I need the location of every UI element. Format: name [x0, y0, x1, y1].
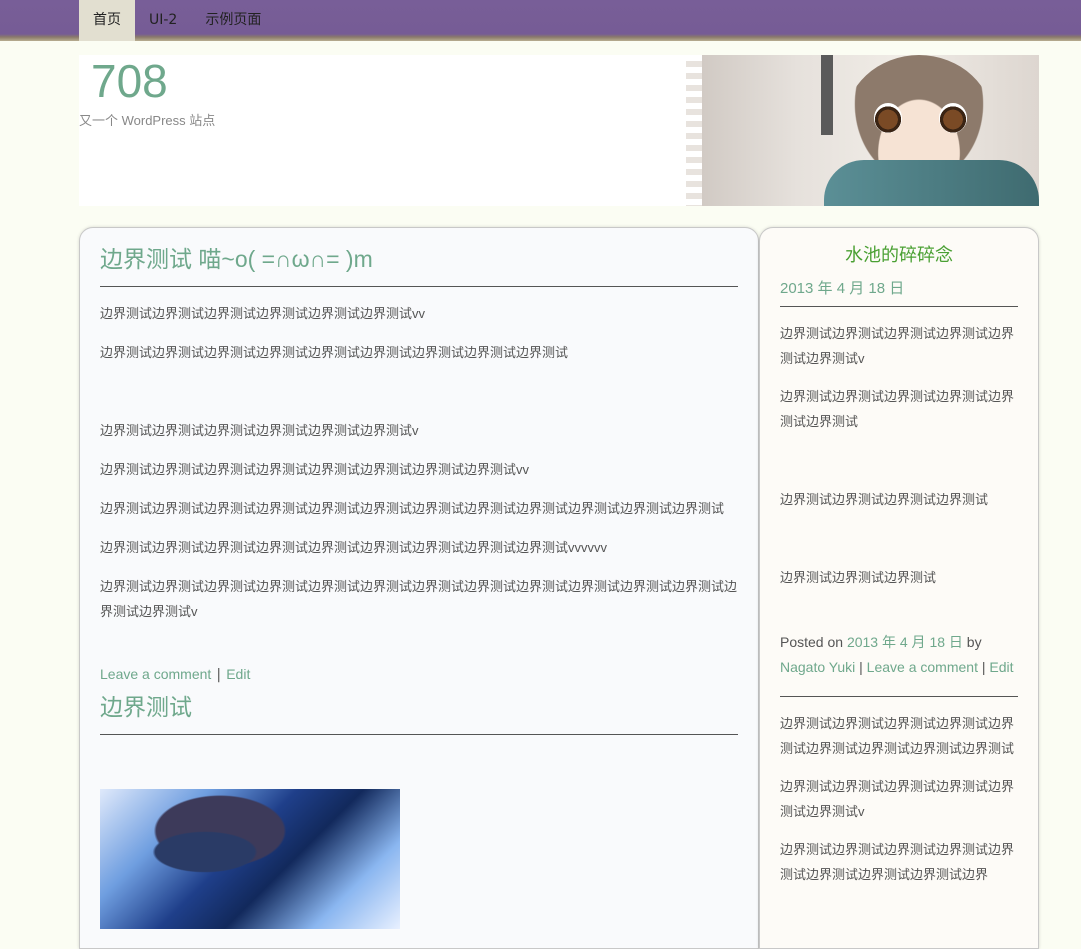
leave-comment-link[interactable]: Leave a comment — [100, 666, 211, 682]
posted-on-label: Posted on — [780, 634, 844, 650]
author-link[interactable]: Nagato Yuki — [780, 659, 855, 675]
banner-character-eye-left — [874, 103, 902, 133]
site-header: 708 又一个 WordPress 站点 — [79, 55, 1039, 206]
post-footer-links: Leave a comment | Edit — [100, 664, 738, 692]
sidebar-paragraph: 边界测试边界测试边界测试边界测试边界测试边界测试边界测试边界测试边界 — [780, 842, 1015, 882]
sidebar-post-date[interactable]: 2013 年 4 月 18 日 — [780, 277, 1018, 307]
widget-title: 水池的碎碎念 — [845, 245, 953, 266]
edit-link[interactable]: Edit — [989, 659, 1013, 675]
sidebar-paragraph: 边界测试边界测试边界测试边界测试边界测试边界测试边界测试边界测试边界测试 — [780, 716, 1015, 756]
banner-character-eye-right — [939, 103, 967, 133]
post-paragraph: 边界测试边界测试边界测试边界测试边界测试边界测试v — [100, 423, 419, 438]
nav-item-sample-page[interactable]: 示例页面 — [191, 0, 275, 41]
post-paragraph: 边界测试边界测试边界测试边界测试边界测试边界测试边界测试边界测试边界测试边界测试… — [100, 579, 738, 619]
site-description: 又一个 WordPress 站点 — [79, 113, 216, 128]
sidebar-post-meta: Posted on 2013 年 4 月 18 日 by Nagato Yuki… — [780, 630, 1018, 697]
post-paragraph: 边界测试边界测试边界测试边界测试边界测试边界测试vv — [100, 306, 426, 321]
nav-item-ui-2[interactable]: UI-2 — [135, 0, 191, 41]
link-separator: | — [859, 659, 863, 675]
leave-comment-link[interactable]: Leave a comment — [867, 659, 978, 675]
sidebar-paragraph: 边界测试边界测试边界测试边界测试边界测试边界测试v — [780, 326, 1015, 366]
post-paragraph: 边界测试边界测试边界测试边界测试边界测试边界测试边界测试边界测试边界测试 — [100, 345, 569, 360]
header-banner-image — [686, 55, 1039, 206]
banner-character-body — [824, 160, 1039, 206]
link-separator: | — [216, 667, 222, 683]
post-image[interactable] — [100, 789, 400, 929]
main-content: 边界测试 喵~o( =∩ω∩= )m 边界测试边界测试边界测试边界测试边界测试边… — [79, 227, 759, 949]
sidebar-paragraph: 边界测试边界测试边界测试边界测试边界测试边界测试v — [780, 779, 1015, 819]
post-paragraph: 边界测试边界测试边界测试边界测试边界测试边界测试边界测试边界测试边界测试vvvv… — [100, 540, 608, 555]
post-title[interactable]: 边界测试 — [100, 692, 738, 735]
sidebar-widget: 水池的碎碎念 2013 年 4 月 18 日 边界测试边界测试边界测试边界测试边… — [759, 227, 1039, 949]
top-navigation-bar: 首页 UI-2 示例页面 — [0, 0, 1081, 41]
post-paragraph: 边界测试边界测试边界测试边界测试边界测试边界测试边界测试边界测试vv — [100, 462, 530, 477]
edit-link[interactable]: Edit — [226, 666, 250, 682]
sidebar-paragraph: 边界测试边界测试边界测试边界测试 — [780, 492, 989, 507]
nav-item-home[interactable]: 首页 — [79, 0, 135, 41]
site-title[interactable]: 708 — [91, 55, 168, 107]
banner-torn-edge — [686, 55, 702, 206]
post-title[interactable]: 边界测试 喵~o( =∩ω∩= )m — [100, 244, 738, 287]
sidebar-paragraph: 边界测试边界测试边界测试边界测试边界测试边界测试 — [780, 389, 1015, 429]
banner-pole — [821, 55, 833, 135]
link-separator: | — [981, 659, 986, 675]
sidebar-paragraph: 边界测试边界测试边界测试 — [780, 570, 937, 585]
post-paragraph: 边界测试边界测试边界测试边界测试边界测试边界测试边界测试边界测试边界测试边界测试… — [100, 501, 725, 516]
post-date-link[interactable]: 2013 年 4 月 18 日 — [847, 634, 963, 650]
main-menu: 首页 UI-2 示例页面 — [79, 0, 275, 41]
by-label: by — [966, 634, 982, 650]
